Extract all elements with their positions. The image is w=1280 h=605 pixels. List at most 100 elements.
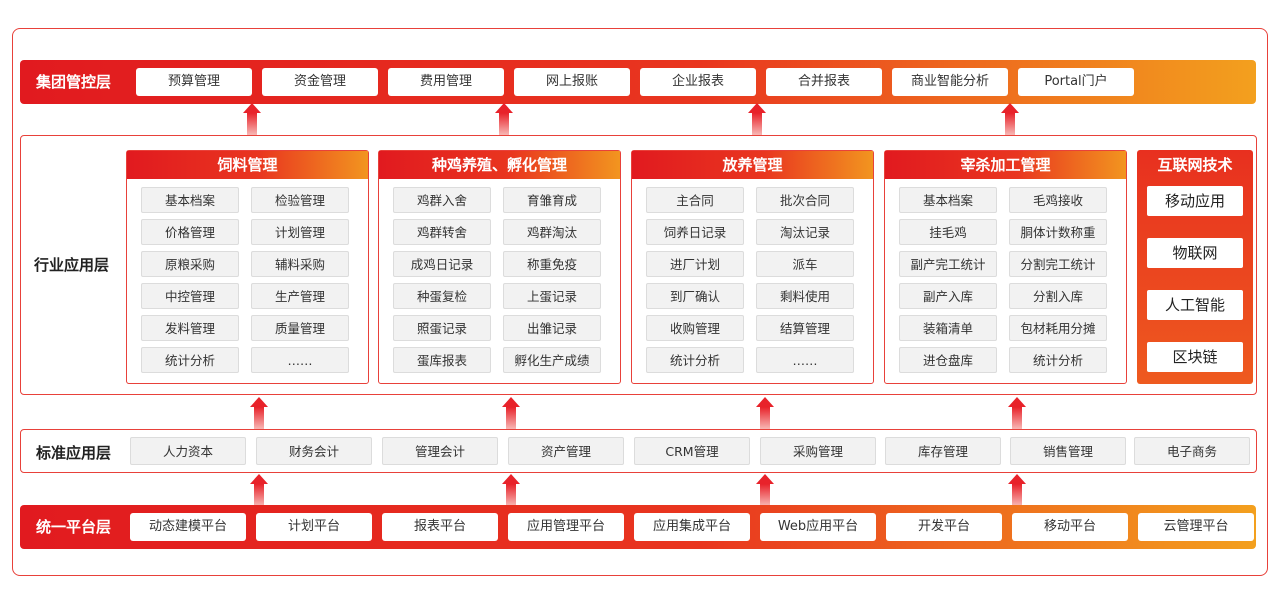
module-item: 照蛋记录 — [393, 315, 491, 341]
module-grid: 鸡群入舍 育雏育成 鸡群转舍 鸡群淘汰 成鸡日记录 称重免疫 种蛋复检 上蛋记录 照蛋记录 出雏记… — [393, 187, 605, 373]
up-arrow-icon — [502, 474, 520, 506]
arrow-tip — [756, 397, 774, 407]
platform-item: 报表平台 — [382, 513, 498, 541]
module-item: 包材耗用分摊 — [1009, 315, 1107, 341]
module-item: 称重免疫 — [503, 251, 601, 277]
module-item: 基本档案 — [141, 187, 239, 213]
arrow-shaft — [247, 113, 257, 135]
module-item: …… — [756, 347, 854, 373]
up-arrow-icon — [250, 474, 268, 506]
standard-item: 库存管理 — [885, 437, 1001, 465]
arrow-shaft — [254, 407, 264, 429]
module-title: 放养管理 — [632, 151, 873, 179]
module-item: 鸡群入舍 — [393, 187, 491, 213]
standard-item: 人力资本 — [130, 437, 246, 465]
standard-item: 财务会计 — [256, 437, 372, 465]
up-arrow-icon — [502, 397, 520, 429]
module-item: 剩料使用 — [756, 283, 854, 309]
module-item: 胴体计数称重 — [1009, 219, 1107, 245]
module-item: 种蛋复检 — [393, 283, 491, 309]
module-item: 挂毛鸡 — [899, 219, 997, 245]
standard-item: CRM管理 — [634, 437, 750, 465]
module-item: 统计分析 — [141, 347, 239, 373]
platform-item: Web应用平台 — [760, 513, 876, 541]
platform-layer-bar: 统一平台层 动态建模平台 计划平台 报表平台 应用管理平台 应用集成平台 Web应用平台开… — [20, 505, 1256, 549]
module-box: 种鸡养殖、孵化管理鸡群入舍 育雏育成 鸡群转舍 鸡群淘汰 成鸡日记录 称重免疫 种蛋复检 上蛋… — [378, 150, 621, 384]
module-item: 原粮采购 — [141, 251, 239, 277]
module-item: 基本档案 — [899, 187, 997, 213]
standard-item: 采购管理 — [760, 437, 876, 465]
module-item: 计划管理 — [251, 219, 349, 245]
module-item: 结算管理 — [756, 315, 854, 341]
module-box: 饲料管理基本档案 检验管理 价格管理 计划管理 原粮采购 辅料采购 中控管理 生产管理 发料管理… — [126, 150, 369, 384]
internet-tech-item: 人工智能 — [1147, 290, 1243, 320]
module-grid: 主合同 批次合同 饲养日记录 淘汰记录 进厂计划 派车 到厂确认 剩料使用 收购管理 结算管理 统计… — [646, 187, 858, 373]
module-item: 发料管理 — [141, 315, 239, 341]
module-item: 中控管理 — [141, 283, 239, 309]
internet-tech-panel: 互联网技术 移动应用 物联网 人工智能 区块链 — [1137, 150, 1253, 384]
platform-item: 计划平台 — [256, 513, 372, 541]
module-item: 育雏育成 — [503, 187, 601, 213]
arrow-tip — [1001, 103, 1019, 113]
standard-item: 管理会计 — [382, 437, 498, 465]
module-item: 批次合同 — [756, 187, 854, 213]
internet-tech-item: 区块链 — [1147, 342, 1243, 372]
arrow-shaft — [752, 113, 762, 135]
arrow-tip — [250, 474, 268, 484]
up-arrow-icon — [1001, 103, 1019, 135]
module-item: 统计分析 — [1009, 347, 1107, 373]
module-item: 分割完工统计 — [1009, 251, 1107, 277]
arrow-tip — [495, 103, 513, 113]
arrow-tip — [1008, 474, 1026, 484]
up-arrow-icon — [748, 103, 766, 135]
group-item: 合并报表 — [766, 68, 882, 96]
module-item: 进厂计划 — [646, 251, 744, 277]
module-item: 出雏记录 — [503, 315, 601, 341]
standard-item: 电子商务 — [1134, 437, 1250, 465]
module-item: 到厂确认 — [646, 283, 744, 309]
module-item: 分割入库 — [1009, 283, 1107, 309]
arrow-shaft — [506, 484, 516, 506]
group-item: 费用管理 — [388, 68, 504, 96]
arrow-tip — [756, 474, 774, 484]
standard-item: 资产管理 — [508, 437, 624, 465]
module-item: 统计分析 — [646, 347, 744, 373]
module-item: 收购管理 — [646, 315, 744, 341]
module-item: 进仓盘库 — [899, 347, 997, 373]
module-item: 上蛋记录 — [503, 283, 601, 309]
arrow-shaft — [506, 407, 516, 429]
module-title: 种鸡养殖、孵化管理 — [379, 151, 620, 179]
up-arrow-icon — [756, 474, 774, 506]
arrow-tip — [1008, 397, 1026, 407]
module-item: 毛鸡接收 — [1009, 187, 1107, 213]
module-item: 派车 — [756, 251, 854, 277]
module-item: 孵化生产成绩 — [503, 347, 601, 373]
module-item: 质量管理 — [251, 315, 349, 341]
module-item: 蛋库报表 — [393, 347, 491, 373]
module-title: 饲料管理 — [127, 151, 368, 179]
module-item: 淘汰记录 — [756, 219, 854, 245]
module-grid: 基本档案 毛鸡接收 挂毛鸡 胴体计数称重 副产完工统计 分割完工统计 副产入库 分割入库 装箱清… — [899, 187, 1111, 373]
platform-item: 开发平台 — [886, 513, 1002, 541]
module-item: 辅料采购 — [251, 251, 349, 277]
up-arrow-icon — [1008, 474, 1026, 506]
group-item: 企业报表 — [640, 68, 756, 96]
platform-item: 应用管理平台 — [508, 513, 624, 541]
group-layer-title: 集团管控层 — [36, 73, 112, 91]
group-item: 资金管理 — [262, 68, 378, 96]
module-grid: 基本档案 检验管理 价格管理 计划管理 原粮采购 辅料采购 中控管理 生产管理 发料管理 质量管理… — [141, 187, 353, 373]
arrow-tip — [250, 397, 268, 407]
module-item: 副产入库 — [899, 283, 997, 309]
arrow-tip — [502, 474, 520, 484]
up-arrow-icon — [243, 103, 261, 135]
group-layer-bar: 集团管控层 预算管理 资金管理 费用管理 网上报账 企业报表 合并报表 商业智能分析 Port… — [20, 60, 1256, 104]
up-arrow-icon — [250, 397, 268, 429]
arrow-shaft — [1012, 484, 1022, 506]
module-item: 鸡群淘汰 — [503, 219, 601, 245]
group-item: 商业智能分析 — [892, 68, 1008, 96]
up-arrow-icon — [1008, 397, 1026, 429]
module-item: 价格管理 — [141, 219, 239, 245]
internet-tech-title: 互联网技术 — [1157, 156, 1233, 174]
arrow-tip — [502, 397, 520, 407]
arrow-tip — [748, 103, 766, 113]
